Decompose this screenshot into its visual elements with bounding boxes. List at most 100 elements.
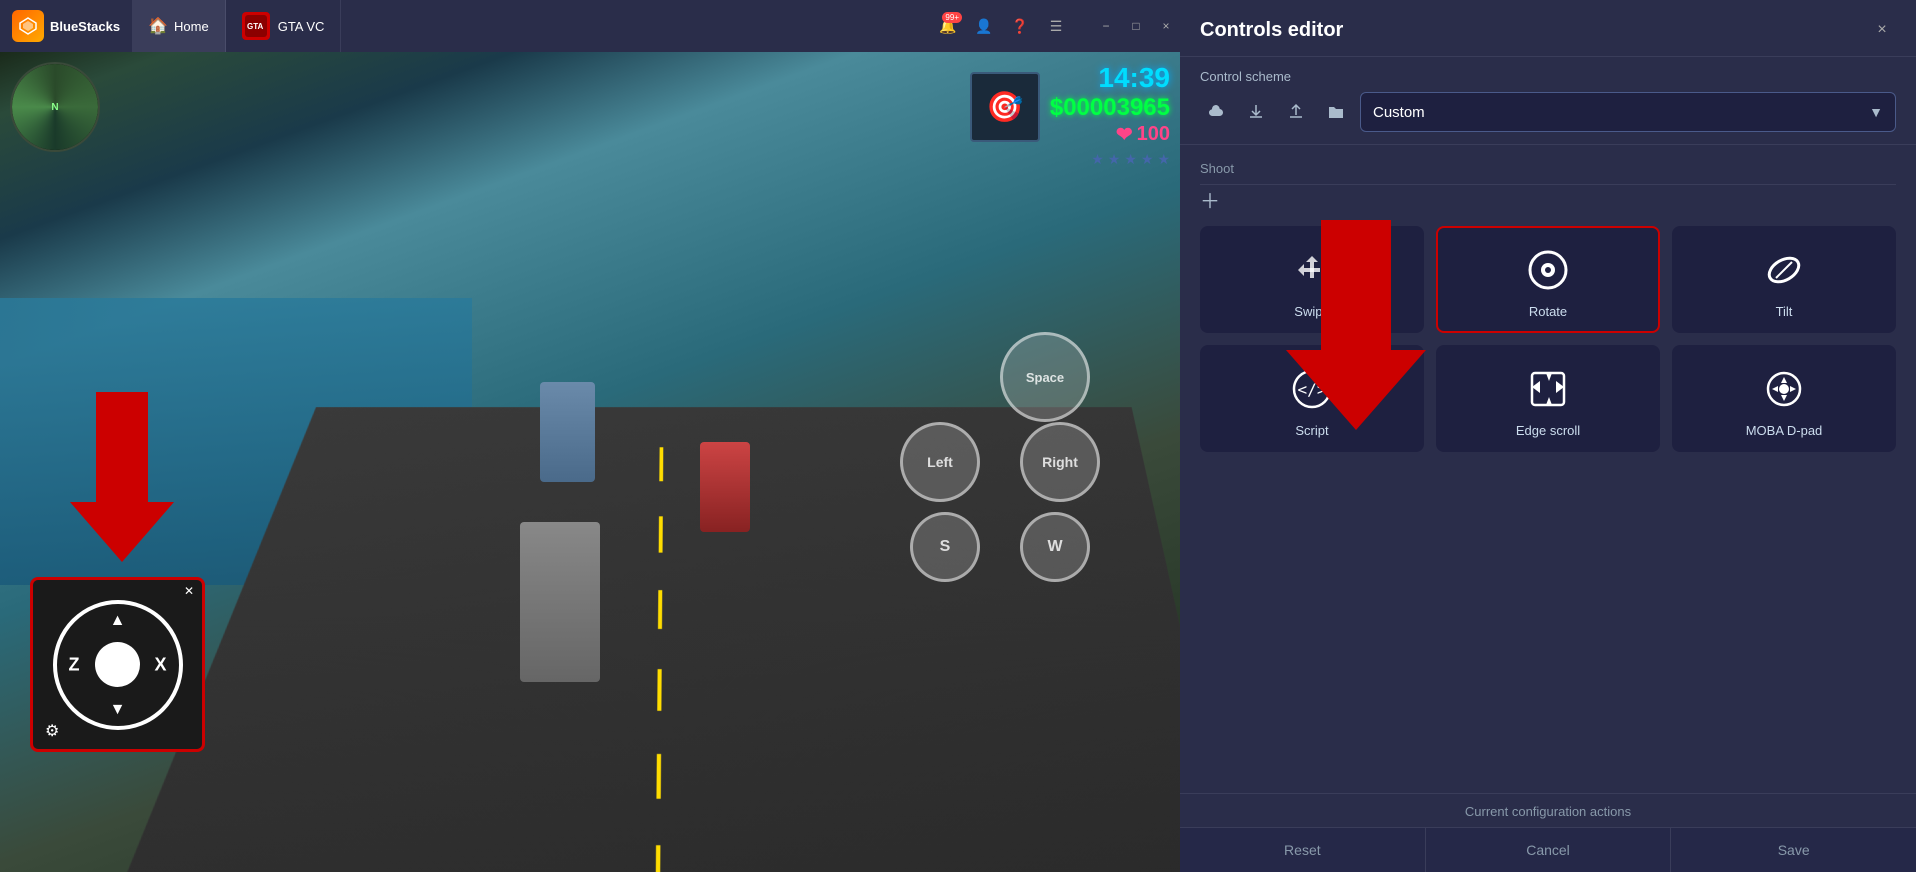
swipe-icon <box>1286 244 1338 296</box>
weapon-icon: 🎯 <box>986 90 1023 125</box>
control-edge-scroll[interactable]: Edge scroll <box>1436 345 1660 452</box>
maximize-btn[interactable]: □ <box>1122 12 1150 40</box>
notification-badge: 99+ <box>942 12 962 23</box>
rotate-label-x: X <box>154 654 166 675</box>
controls-grid: Swipe Rotate <box>1200 214 1896 464</box>
script-label: Script <box>1295 423 1328 438</box>
notification-btn[interactable]: 🔔 99+ <box>932 10 964 42</box>
space-button[interactable]: Space <box>1000 332 1090 422</box>
home-tab-label: Home <box>174 19 209 34</box>
right-button[interactable]: Right <box>1020 422 1100 502</box>
hud-health: ❤ 100 <box>1050 122 1170 147</box>
control-scheme-row: Custom ▼ <box>1200 92 1896 132</box>
rotate-arrow-down: ▼ <box>110 701 126 719</box>
tilt-label: Tilt <box>1776 304 1793 319</box>
rotate-control-close[interactable]: ✕ <box>184 584 194 598</box>
tilt-icon <box>1758 244 1810 296</box>
rotate-center-dot <box>95 642 140 687</box>
hud-money: $00003965 <box>1050 94 1170 122</box>
controls-add-section: ＋ <box>1200 185 1896 214</box>
window-controls: − □ × <box>1084 12 1180 40</box>
health-value: 100 <box>1137 123 1170 146</box>
minimap: N <box>10 62 100 152</box>
cancel-btn[interactable]: Cancel <box>1426 828 1672 872</box>
chevron-down-icon: ▼ <box>1869 104 1883 120</box>
car-red <box>700 442 750 532</box>
panel-close-btn[interactable]: × <box>1868 16 1896 44</box>
control-moba-dpad[interactable]: MOBA D-pad <box>1672 345 1896 452</box>
reset-btn[interactable]: Reset <box>1180 828 1426 872</box>
add-control-btn[interactable]: ＋ <box>1200 191 1220 213</box>
scheme-dropdown[interactable]: Custom ▼ <box>1360 92 1896 132</box>
panel-header: Controls editor × <box>1180 0 1916 57</box>
bluestacks-logo: BlueStacks <box>0 0 132 52</box>
hud-time: 14:39 <box>1050 62 1170 94</box>
panel-title: Controls editor <box>1200 19 1343 42</box>
control-swipe[interactable]: Swipe <box>1200 226 1424 333</box>
weapon-display: 🎯 <box>970 72 1040 142</box>
rotate-icon <box>1522 244 1574 296</box>
minimap-content: N <box>12 64 98 150</box>
svg-text:</>: </> <box>1298 380 1327 399</box>
shoot-item: Shoot <box>1200 153 1896 185</box>
rotate-arrow-up: ▲ <box>110 612 126 630</box>
home-icon: 🏠 <box>148 16 168 36</box>
w-button[interactable]: W <box>1020 512 1090 582</box>
minimize-btn[interactable]: − <box>1092 12 1120 40</box>
menu-btn[interactable]: ☰ <box>1040 10 1072 42</box>
van <box>520 522 600 682</box>
svg-text:GTA: GTA <box>247 22 264 31</box>
config-actions: Reset Cancel Save <box>1180 827 1916 872</box>
save-btn[interactable]: Save <box>1671 828 1916 872</box>
controls-panel: Controls editor × Control scheme <box>1180 0 1916 872</box>
titlebar: BlueStacks 🏠 Home GTA GTA VC 🔔 99+ 👤 ❓ ☰ <box>0 0 1180 52</box>
scheme-import-btn[interactable] <box>1240 96 1272 128</box>
star4: ★ <box>1141 151 1154 168</box>
control-scheme-label: Control scheme <box>1200 69 1896 84</box>
left-button[interactable]: Left <box>900 422 980 502</box>
controls-scroll[interactable]: Shoot ＋ Swipe <box>1180 145 1916 793</box>
hud-display: 🎯 14:39 $00003965 ❤ 100 ★ ★ ★ ★ ★ <box>1050 62 1170 168</box>
moba-dpad-icon <box>1758 363 1810 415</box>
scheme-folder-btn[interactable] <box>1320 96 1352 128</box>
health-icon: ❤ <box>1116 122 1133 147</box>
control-scheme-section: Control scheme <box>1180 57 1916 145</box>
red-arrow-game <box>70 392 174 562</box>
game-scene: N 🎯 14:39 $00003965 ❤ 100 ★ ★ ★ ★ ★ <box>0 52 1180 872</box>
rotate-settings-icon[interactable]: ⚙ <box>45 721 59 741</box>
rotate-label-z: Z <box>69 654 80 675</box>
gta-icon: GTA <box>242 12 270 40</box>
bluestacks-name: BlueStacks <box>50 19 120 34</box>
star5: ★ <box>1157 151 1170 168</box>
scheme-value: Custom <box>1373 104 1425 121</box>
bluestacks-icon <box>12 10 44 42</box>
titlebar-right: 🔔 99+ 👤 ❓ ☰ <box>932 10 1084 42</box>
script-icon: </> <box>1286 363 1338 415</box>
rotate-label: Rotate <box>1529 304 1567 319</box>
star1: ★ <box>1091 151 1104 168</box>
gta-tab-label: GTA VC <box>278 19 325 34</box>
control-script[interactable]: </> Script <box>1200 345 1424 452</box>
home-tab[interactable]: 🏠 Home <box>132 0 226 52</box>
help-btn[interactable]: ❓ <box>1004 10 1036 42</box>
account-btn[interactable]: 👤 <box>968 10 1000 42</box>
edge-scroll-label: Edge scroll <box>1516 423 1580 438</box>
control-rotate[interactable]: Rotate <box>1436 226 1660 333</box>
car-blue <box>540 382 595 482</box>
moba-dpad-label: MOBA D-pad <box>1746 423 1823 438</box>
control-tilt[interactable]: Tilt <box>1672 226 1896 333</box>
wanted-stars: ★ ★ ★ ★ ★ <box>1050 151 1170 168</box>
edge-scroll-icon <box>1522 363 1574 415</box>
gta-tab[interactable]: GTA GTA VC <box>226 0 342 52</box>
star3: ★ <box>1124 151 1137 168</box>
scheme-export-btn[interactable] <box>1280 96 1312 128</box>
current-config-label: Current configuration actions <box>1180 793 1916 827</box>
star2: ★ <box>1108 151 1121 168</box>
scheme-cloud-btn[interactable] <box>1200 96 1232 128</box>
game-area: BlueStacks 🏠 Home GTA GTA VC 🔔 99+ 👤 ❓ ☰ <box>0 0 1180 872</box>
rotate-control-widget[interactable]: ✕ ▲ Z X ▼ ⚙ <box>30 577 205 752</box>
road-line <box>656 447 664 872</box>
s-button[interactable]: S <box>910 512 980 582</box>
window-close-btn[interactable]: × <box>1152 12 1180 40</box>
swipe-label: Swipe <box>1294 304 1329 319</box>
